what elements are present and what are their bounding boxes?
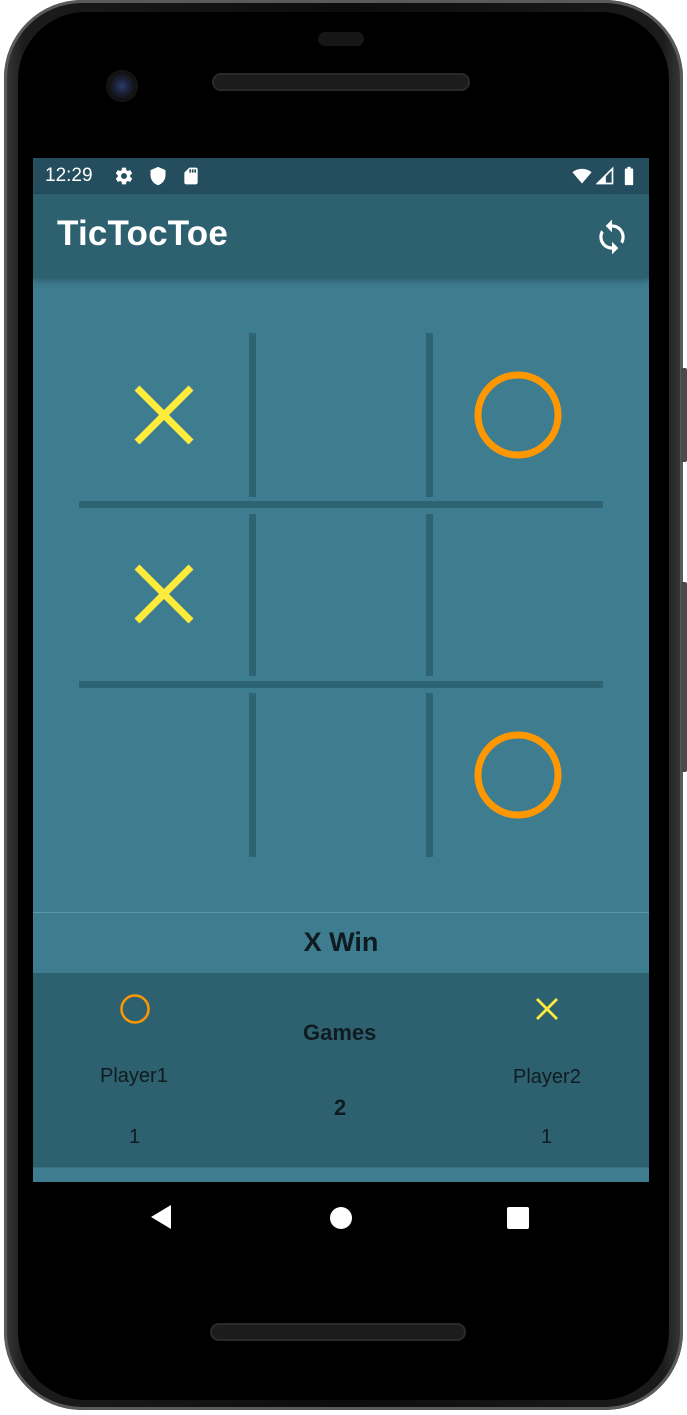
board-cell[interactable] bbox=[433, 333, 603, 498]
grid-line-vertical bbox=[249, 333, 256, 497]
cell-signal-icon bbox=[595, 166, 614, 185]
grid-line-vertical bbox=[426, 514, 433, 676]
grid-line-horizontal bbox=[79, 681, 603, 688]
board-cell[interactable] bbox=[256, 333, 426, 498]
app-title: TicTocToe bbox=[57, 214, 228, 253]
home-icon[interactable] bbox=[329, 1206, 353, 1230]
board-cell[interactable] bbox=[79, 512, 249, 677]
board-cell[interactable] bbox=[433, 512, 603, 677]
back-icon[interactable] bbox=[149, 1204, 173, 1230]
grid-line-vertical bbox=[249, 693, 256, 857]
o-mark-icon bbox=[474, 731, 562, 819]
navigation-bar bbox=[33, 1182, 649, 1254]
x-mark-icon bbox=[134, 564, 194, 624]
board-cell[interactable] bbox=[79, 693, 249, 858]
games-label: Games bbox=[303, 1020, 377, 1045]
game-status-text: X Win bbox=[303, 927, 379, 957]
shield-icon bbox=[150, 166, 166, 186]
board-cell[interactable] bbox=[256, 512, 426, 677]
refresh-icon[interactable] bbox=[593, 218, 631, 256]
front-camera bbox=[106, 70, 138, 102]
recents-icon[interactable] bbox=[507, 1207, 529, 1229]
o-mark-icon bbox=[474, 371, 562, 459]
status-time: 12:29 bbox=[45, 165, 93, 186]
player1-wins: 1 bbox=[129, 1126, 141, 1148]
score-panel: Player1 1 Games 2 Player2 1 bbox=[33, 973, 649, 1168]
board-cell[interactable] bbox=[433, 693, 603, 858]
player2-wins: 1 bbox=[541, 1126, 553, 1148]
x-mark-icon bbox=[134, 385, 194, 445]
bottom-speaker bbox=[210, 1323, 466, 1341]
game-board bbox=[79, 328, 603, 858]
grid-line-vertical bbox=[249, 514, 256, 676]
board-cell[interactable] bbox=[256, 693, 426, 858]
player2-name: Player2 bbox=[513, 1066, 581, 1088]
grid-line-vertical bbox=[426, 333, 433, 497]
earpiece-speaker bbox=[212, 73, 470, 91]
power-button bbox=[681, 368, 687, 462]
gear-icon bbox=[115, 167, 133, 185]
grid-line-vertical bbox=[426, 693, 433, 857]
board-cell[interactable] bbox=[79, 333, 249, 498]
grid-line-horizontal bbox=[79, 501, 603, 508]
player2-symbol-icon bbox=[536, 998, 558, 1020]
player1-name: Player1 bbox=[100, 1065, 168, 1087]
games-count: 2 bbox=[334, 1095, 347, 1120]
wifi-icon bbox=[572, 168, 592, 184]
top-sensor bbox=[318, 32, 364, 46]
status-bar: 12:29 bbox=[33, 158, 649, 194]
screen: 12:29 TicTocToe X Win Player1 1 Games 2 … bbox=[33, 158, 649, 1182]
game-status-bar: X Win bbox=[33, 912, 649, 973]
app-bar: TicTocToe bbox=[33, 194, 649, 278]
sd-card-icon bbox=[184, 167, 198, 185]
player1-symbol-icon bbox=[120, 994, 150, 1024]
volume-button bbox=[681, 582, 687, 772]
battery-icon bbox=[624, 166, 634, 186]
